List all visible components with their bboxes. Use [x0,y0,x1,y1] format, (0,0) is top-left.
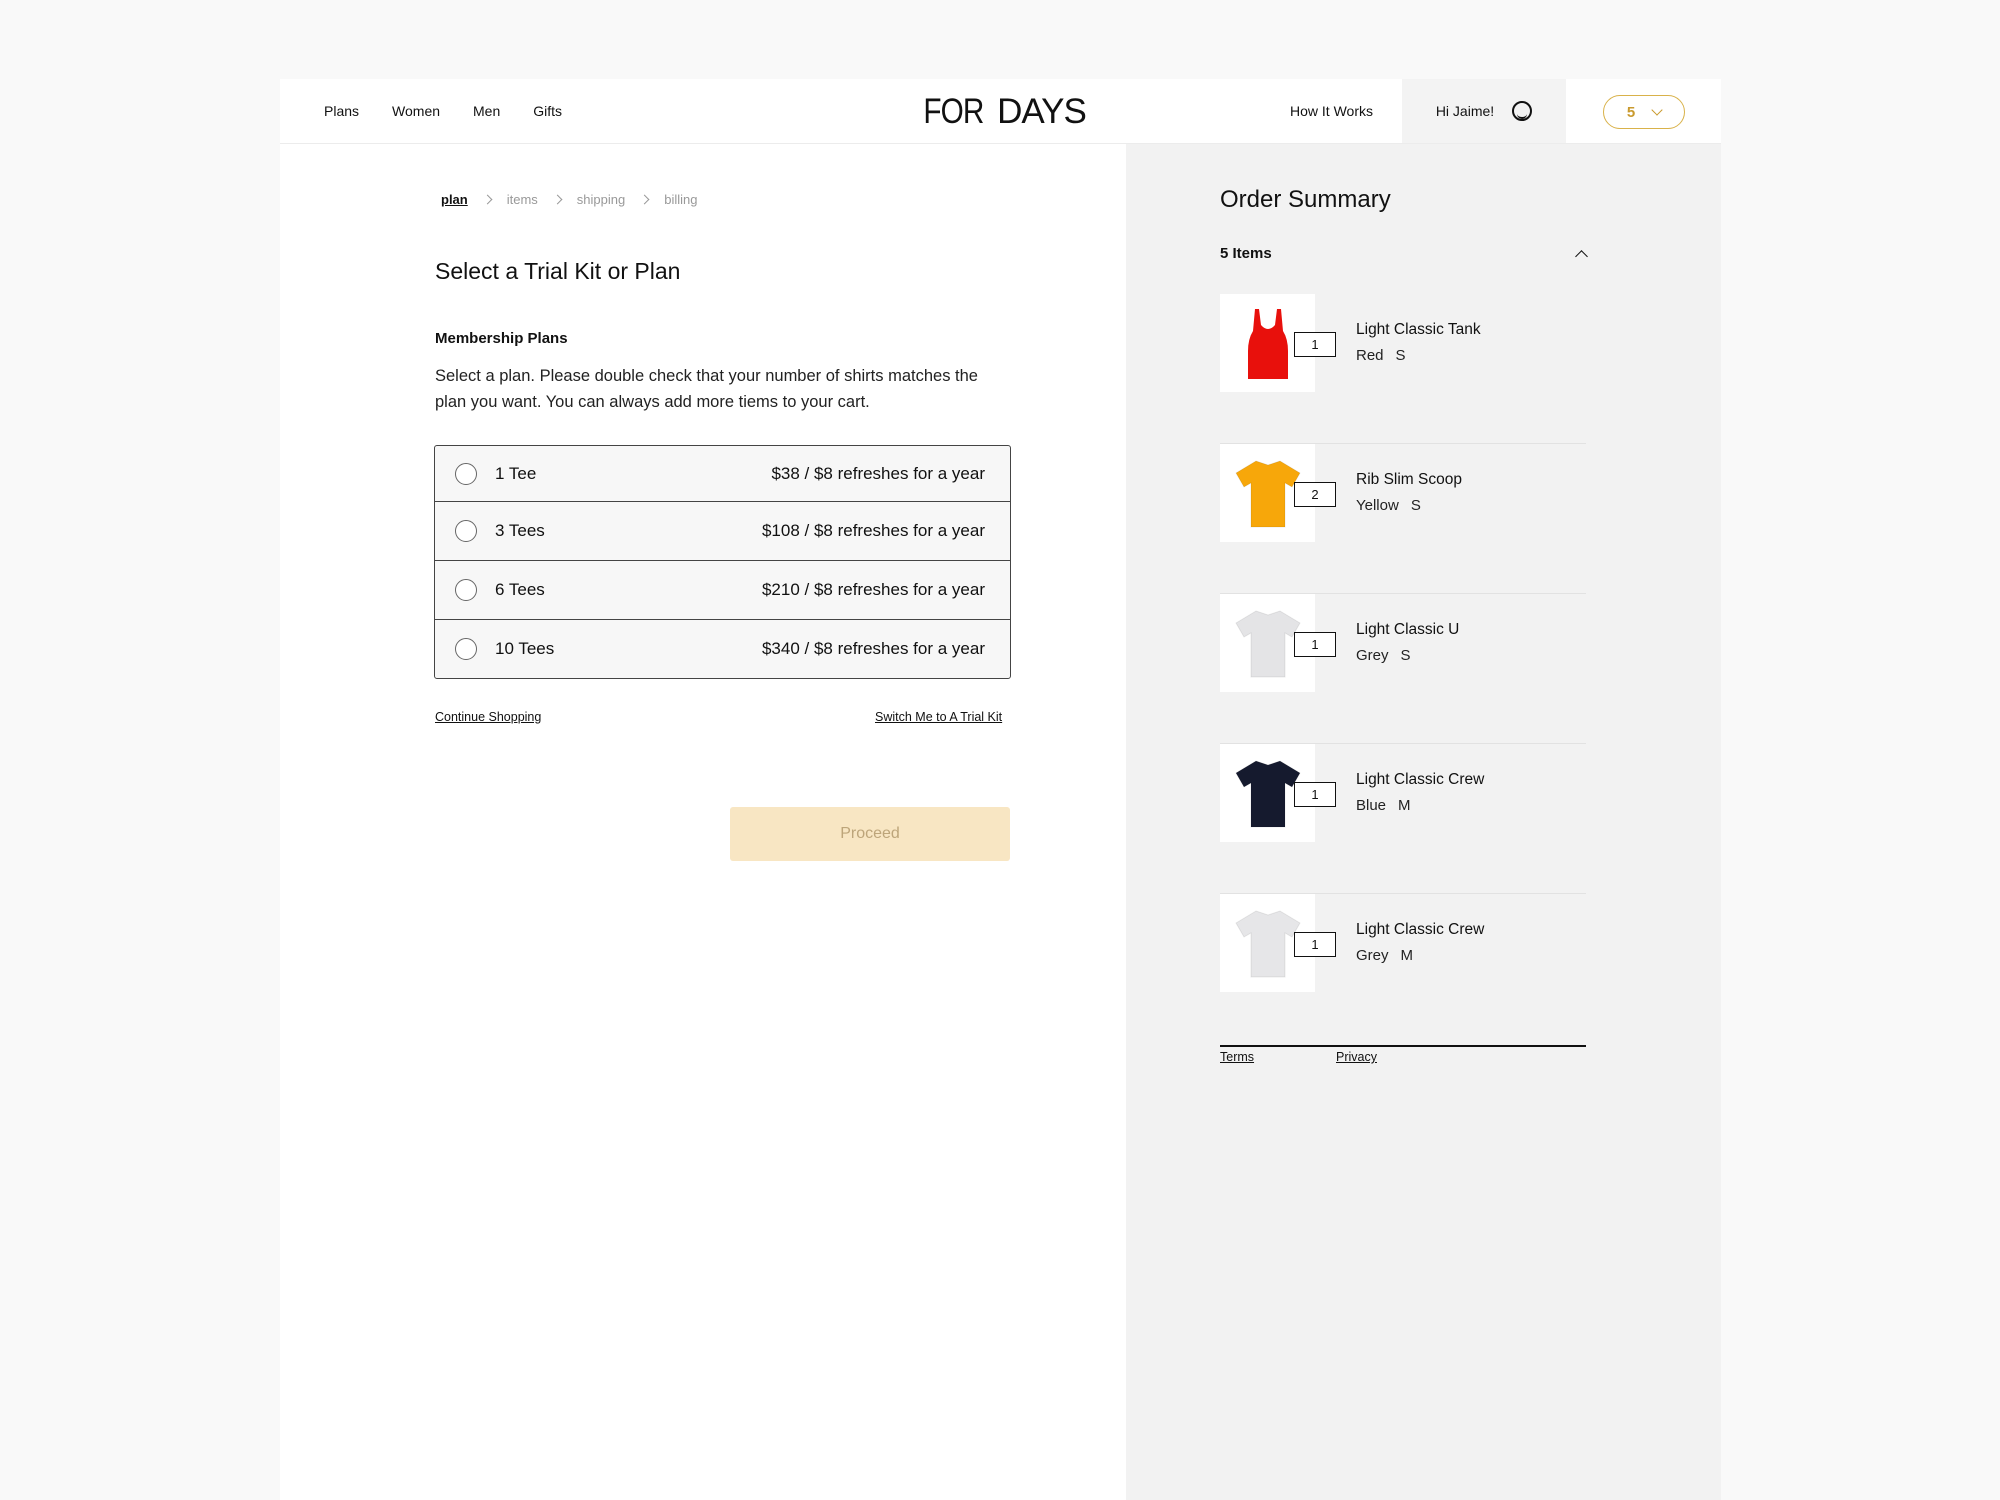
privacy-link[interactable]: Privacy [1336,1050,1377,1064]
product-variant: Grey S [1356,647,1411,664]
chevron-right-icon [639,194,650,205]
quantity-badge: 1 [1294,932,1336,957]
step-plan[interactable]: plan [441,192,468,207]
product-size: S [1410,497,1421,514]
plan-option[interactable]: 10 Tees $340 / $8 refreshes for a year [435,619,1010,678]
product-size: M [1398,797,1411,814]
cart-button[interactable]: 5 [1603,95,1685,129]
step-shipping[interactable]: shipping [577,192,625,207]
account-icon [1512,101,1533,121]
quantity-badge: 1 [1294,782,1336,807]
cart-count: 5 [1626,103,1636,121]
radio-button[interactable] [455,462,477,485]
product-name: Rib Slim Scoop [1356,471,1462,488]
logo-for: FOR [923,92,985,131]
plan-option[interactable]: 1 Tee $38 / $8 refreshes for a year [435,446,1010,501]
product-size: M [1400,947,1414,964]
nav-women[interactable]: Women [392,103,440,119]
plan-options: 1 Tee $38 / $8 refreshes for a year 3 Te… [434,445,1011,679]
checkout-panel: plan items shipping billing Select a Tri… [280,144,1126,1500]
item-count: 5 Items [1220,245,1272,262]
product-size: S [1395,347,1406,364]
terms-link[interactable]: Terms [1220,1050,1254,1064]
product-name: Light Classic U [1356,621,1460,638]
plan-price: $108 / $8 refreshes for a year [761,521,985,540]
switch-trial-kit-link[interactable]: Switch Me to A Trial Kit [875,710,1002,724]
greeting-text: Hi Jaime! [1435,103,1495,119]
radio-button[interactable] [455,520,477,542]
radio-button[interactable] [455,579,477,601]
plan-name: 1 Tee [495,463,537,483]
continue-shopping-link[interactable]: Continue Shopping [435,710,541,724]
quantity-badge: 1 [1294,632,1336,657]
order-summary-title: Order Summary [1220,186,1391,213]
product-size: S [1400,647,1411,664]
product-variant: Blue M [1356,797,1411,814]
radio-button[interactable] [455,638,477,660]
product-variant: Grey M [1356,947,1413,964]
quantity-badge: 2 [1294,482,1336,507]
product-color: Grey [1356,947,1389,964]
brand-logo[interactable]: FOR DAYS [917,92,1087,131]
product-name: Light Classic Crew [1356,921,1485,938]
page-title: Select a Trial Kit or Plan [435,258,681,284]
order-item: 2 Rib Slim Scoop Yellow S [1220,444,1586,594]
order-item: 1 Light Classic Crew Grey M [1220,894,1586,1047]
nav-men[interactable]: Men [473,103,500,119]
step-billing[interactable]: billing [664,192,697,207]
order-item: 1 Light Classic Tank Red S [1220,294,1586,444]
plan-price: $38 / $8 refreshes for a year [771,463,985,483]
proceed-button[interactable]: Proceed [730,807,1010,861]
chevron-right-icon [482,194,493,205]
plan-option[interactable]: 6 Tees $210 / $8 refreshes for a year [435,560,1010,619]
plan-name: 3 Tees [495,521,545,540]
plan-price: $210 / $8 refreshes for a year [761,580,985,599]
quantity-badge: 1 [1294,332,1336,357]
plan-name: 6 Tees [495,580,545,599]
chevron-up-icon[interactable] [1575,250,1588,263]
product-variant: Yellow S [1356,497,1421,514]
breadcrumb: plan items shipping billing [441,192,697,207]
product-name: Light Classic Crew [1356,771,1485,788]
product-color: Yellow [1356,497,1399,514]
account-menu[interactable]: Hi Jaime! [1402,79,1566,143]
order-item: 1 Light Classic Crew Blue M [1220,744,1586,894]
main-nav: Plans Women Men Gifts [324,79,562,143]
order-item: 1 Light Classic U Grey S [1220,594,1586,744]
order-summary-panel: Order Summary 5 Items 1 Light Classic Tan… [1126,144,1721,1500]
logo-days: DAYS [997,92,1087,131]
product-variant: Red S [1356,347,1406,364]
plan-name: 10 Tees [495,639,555,658]
product-name: Light Classic Tank [1356,321,1481,338]
how-it-works-link[interactable]: How It Works [1290,79,1373,143]
section-title: Membership Plans [435,330,568,347]
step-items[interactable]: items [507,192,538,207]
nav-gifts[interactable]: Gifts [533,103,562,119]
plan-option[interactable]: 3 Tees $108 / $8 refreshes for a year [435,501,1010,560]
product-color: Red [1356,347,1384,364]
chevron-down-icon [1651,104,1663,116]
plan-price: $340 / $8 refreshes for a year [761,639,985,658]
order-item-list: 1 Light Classic Tank Red S 2 Rib Slim Scoop Ye… [1220,294,1586,1047]
section-description: Select a plan. Please double check that … [435,367,978,411]
product-color: Grey [1356,647,1389,664]
site-header: Plans Women Men Gifts FOR DAYS How It Wo… [280,79,1721,144]
chevron-right-icon [552,194,563,205]
product-color: Blue [1356,797,1387,814]
nav-plans[interactable]: Plans [324,103,359,119]
